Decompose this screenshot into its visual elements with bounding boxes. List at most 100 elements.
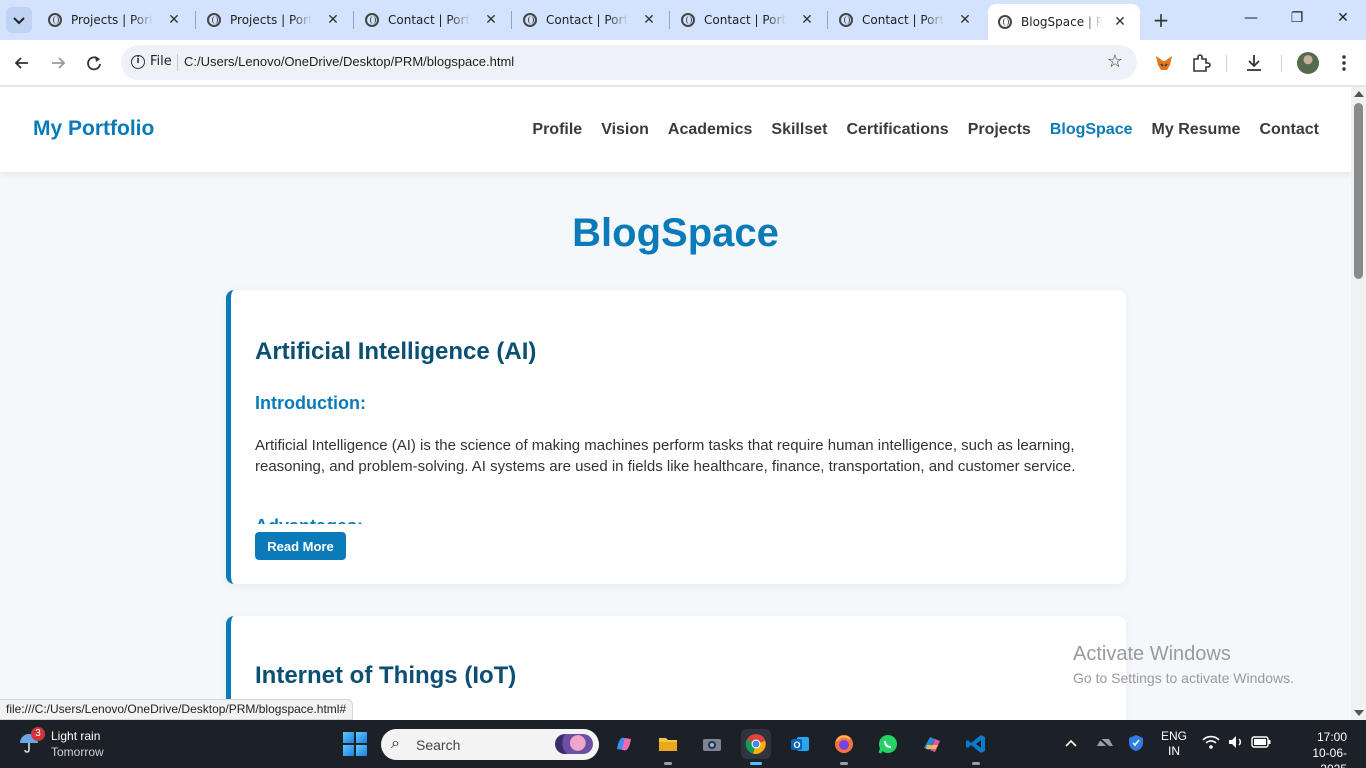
back-button[interactable]: [11, 52, 33, 74]
nav-link-contact[interactable]: Contact: [1259, 121, 1319, 139]
tab-title: Projects | Portfolio: [71, 13, 153, 27]
scroll-down-arrow-icon[interactable]: [1354, 710, 1364, 716]
blog-card-title: Internet of Things (IoT): [255, 662, 517, 689]
file-explorer-icon[interactable]: [653, 729, 683, 765]
metamask-extension-icon[interactable]: [1153, 52, 1175, 74]
scroll-up-arrow-icon[interactable]: [1354, 91, 1364, 97]
reload-button[interactable]: [83, 52, 105, 74]
nav-link-projects[interactable]: Projects: [968, 121, 1031, 139]
battery-icon[interactable]: [1251, 735, 1271, 752]
nav-link-academics[interactable]: Academics: [668, 121, 753, 139]
input-language[interactable]: ENG IN: [1161, 729, 1187, 759]
page-title: BlogSpace: [572, 211, 779, 255]
address-bar[interactable]: i File C:/Users/Lenovo/OneDrive/Desktop/…: [121, 45, 1137, 80]
weather-condition: Light rain: [51, 729, 101, 743]
tab-contact-1[interactable]: Contact | Portfolio ✕: [355, 6, 498, 34]
downloads-button[interactable]: [1243, 52, 1265, 74]
globe-icon: [48, 13, 62, 27]
close-tab-icon[interactable]: ✕: [326, 12, 340, 28]
read-more-button[interactable]: Read More: [255, 532, 346, 560]
language-region: IN: [1168, 744, 1180, 758]
tab-title: Contact | Portfolio: [388, 13, 470, 27]
windows-taskbar: 3 Light rain Tomorrow ⌕ Search O ENG IN …: [0, 720, 1366, 768]
arrow-right-icon: [52, 57, 66, 69]
site-header: My Portfolio Profile Vision Academics Sk…: [0, 87, 1351, 172]
tab-contact-2[interactable]: Contact | Portfolio ✕: [513, 6, 656, 34]
tab-title: Projects | Portfolio: [230, 13, 312, 27]
search-placeholder: Search: [416, 737, 461, 753]
search-highlight-icon: [555, 734, 593, 754]
close-tab-icon[interactable]: ✕: [642, 12, 656, 28]
close-tab-icon[interactable]: ✕: [484, 12, 498, 28]
tab-contact-3[interactable]: Contact | Portfolio ✕: [671, 6, 814, 34]
site-logo[interactable]: My Portfolio: [33, 117, 154, 141]
weather-when: Tomorrow: [51, 745, 104, 759]
show-hidden-icons-chevron-up-icon[interactable]: [1064, 736, 1078, 753]
forward-button[interactable]: [47, 52, 69, 74]
watermark-line-1: Activate Windows: [1073, 643, 1231, 665]
profile-avatar[interactable]: [1297, 52, 1319, 74]
firefox-icon[interactable]: [829, 729, 859, 765]
close-tab-icon[interactable]: ✕: [958, 12, 972, 28]
vscode-icon[interactable]: [961, 729, 991, 765]
browser-toolbar: i File C:/Users/Lenovo/OneDrive/Desktop/…: [0, 40, 1366, 86]
fox-icon: [1156, 56, 1172, 70]
start-button[interactable]: [343, 732, 367, 756]
nav-link-certifications[interactable]: Certifications: [846, 121, 948, 139]
nav-link-my-resume[interactable]: My Resume: [1152, 121, 1241, 139]
minimize-button[interactable]: —: [1241, 10, 1261, 26]
tab-search-button[interactable]: [6, 7, 32, 33]
tab-projects-1[interactable]: Projects | Portfolio ✕: [38, 6, 181, 34]
extensions-button[interactable]: [1190, 52, 1212, 74]
outlook-icon[interactable]: O: [785, 729, 815, 759]
windows-activation-watermark: Activate Windows Go to Settings to activ…: [1073, 643, 1294, 686]
taskbar-search[interactable]: ⌕ Search: [381, 729, 599, 760]
url-text[interactable]: C:/Users/Lenovo/OneDrive/Desktop/PRM/blo…: [184, 54, 514, 69]
globe-icon: [523, 13, 537, 27]
camera-icon[interactable]: [697, 729, 727, 759]
close-tab-icon[interactable]: ✕: [1113, 14, 1127, 30]
globe-icon: [839, 13, 853, 27]
windows-logo-icon: [343, 732, 354, 743]
tab-title: BlogSpace | Portfolio: [1021, 15, 1103, 29]
chevron-down-icon: [13, 17, 25, 25]
info-icon[interactable]: i: [131, 55, 145, 69]
scrollbar-thumb[interactable]: [1354, 103, 1363, 279]
blog-card-title: Artificial Intelligence (AI): [255, 338, 537, 365]
tab-strip: Projects | Portfolio ✕ Projects | Portfo…: [0, 0, 1366, 40]
chrome-icon[interactable]: [741, 729, 771, 765]
security-shield-icon[interactable]: [1127, 733, 1145, 756]
whatsapp-icon[interactable]: [873, 729, 903, 759]
watermark-line-2: Go to Settings to activate Windows.: [1073, 670, 1294, 686]
tab-projects-2[interactable]: Projects | Portfolio ✕: [197, 6, 340, 34]
maximize-button[interactable]: ❐: [1287, 10, 1307, 26]
close-window-button[interactable]: ✕: [1333, 10, 1353, 26]
microsoft-365-icon[interactable]: [917, 729, 947, 759]
close-tab-icon[interactable]: ✕: [800, 12, 814, 28]
blog-card-subheading: Introduction:: [255, 393, 366, 413]
volume-icon[interactable]: [1227, 734, 1245, 753]
more-vertical-icon: [1342, 55, 1346, 71]
scheme-label[interactable]: File: [150, 54, 172, 69]
nav-link-vision[interactable]: Vision: [601, 121, 649, 139]
download-icon: [1247, 55, 1261, 71]
clock-time: 17:00: [1316, 730, 1347, 744]
blog-card-ai: Artificial Intelligence (AI) Introductio…: [226, 290, 1126, 584]
nav-link-blogspace[interactable]: BlogSpace: [1050, 121, 1133, 139]
wifi-icon[interactable]: [1202, 734, 1220, 753]
system-clock[interactable]: 17:00 10-06-2025: [1297, 729, 1347, 768]
copilot-icon[interactable]: [609, 729, 639, 759]
close-tab-icon[interactable]: ✕: [167, 12, 181, 28]
page-viewport: My Portfolio Profile Vision Academics Sk…: [0, 87, 1351, 720]
globe-icon: [681, 13, 695, 27]
menu-button[interactable]: [1333, 52, 1355, 74]
globe-icon: [998, 15, 1012, 29]
nav-link-skillset[interactable]: Skillset: [771, 121, 827, 139]
tab-contact-4[interactable]: Contact | Portfolio ✕: [829, 6, 972, 34]
drive-sync-icon[interactable]: [1095, 733, 1115, 756]
page-scrollbar[interactable]: [1351, 87, 1366, 720]
bookmark-star-icon[interactable]: ☆: [1107, 51, 1123, 72]
nav-link-profile[interactable]: Profile: [532, 121, 582, 139]
tab-blogspace[interactable]: BlogSpace | Portfolio ✕: [988, 4, 1140, 40]
new-tab-button[interactable]: +: [1152, 10, 1170, 30]
